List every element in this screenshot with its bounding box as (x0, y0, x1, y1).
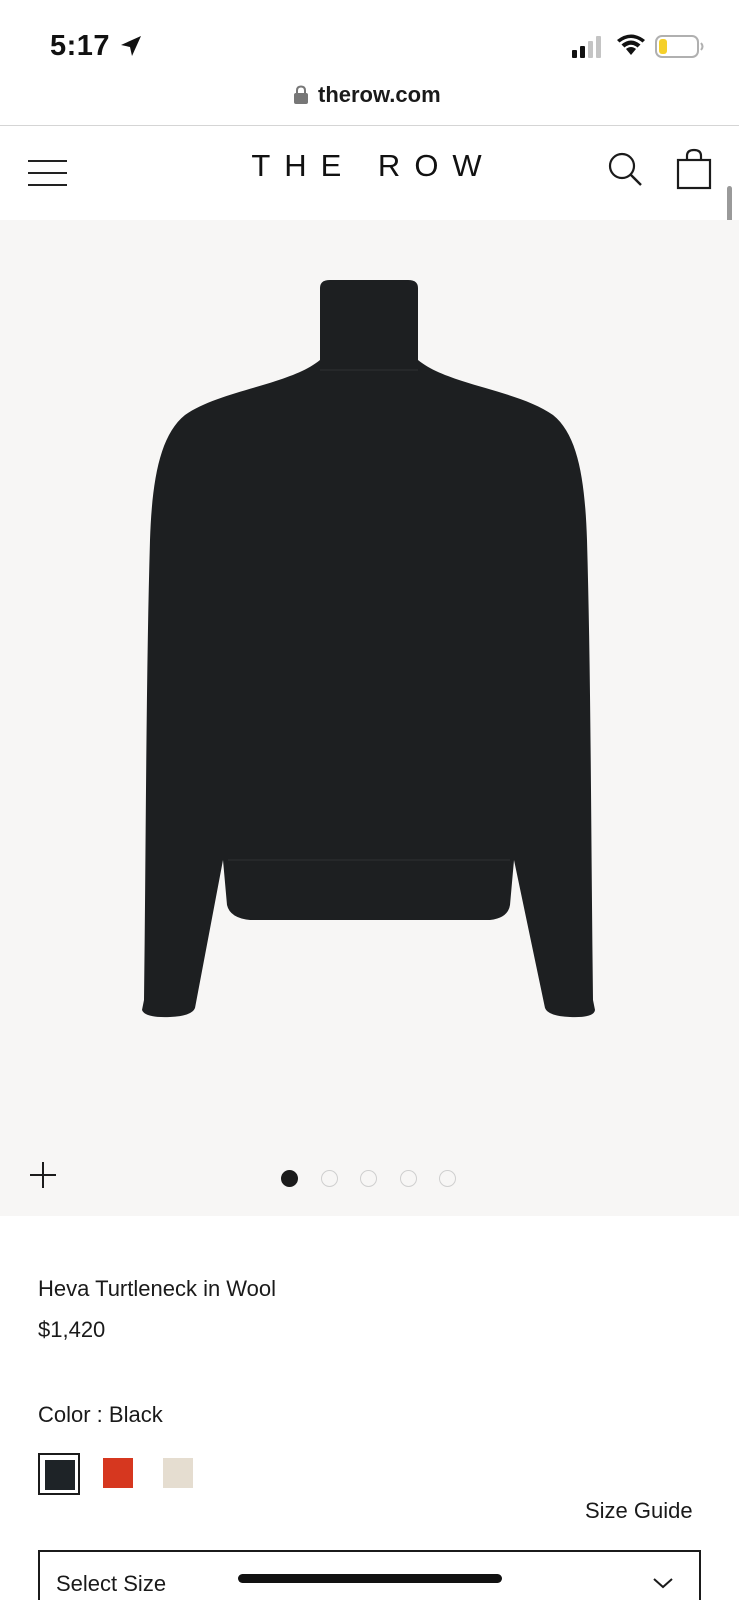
carousel-dot[interactable] (439, 1170, 456, 1187)
address-bar[interactable]: therow.com (0, 80, 739, 126)
carousel-dot[interactable] (281, 1170, 298, 1187)
product-image[interactable] (0, 220, 739, 1216)
signal-icon (572, 36, 601, 58)
swatch-fill (45, 1460, 75, 1490)
product-image-gallery[interactable] (0, 220, 739, 1216)
search-icon[interactable] (608, 152, 644, 188)
carousel-dot[interactable] (399, 1170, 417, 1187)
battery-icon (655, 35, 704, 58)
status-bar: 5:17 (0, 0, 739, 80)
color-swatch-red[interactable] (98, 1453, 140, 1495)
home-indicator[interactable] (238, 1574, 502, 1583)
product-price: $1,420 (38, 1317, 106, 1342)
color-swatch-black[interactable] (38, 1453, 80, 1495)
carousel-dot[interactable] (320, 1170, 338, 1187)
zoom-plus-icon[interactable] (28, 1160, 58, 1190)
swatch-fill (163, 1458, 193, 1488)
color-label: Color : Black (38, 1402, 163, 1427)
location-arrow-icon (121, 36, 141, 56)
wifi-icon (617, 34, 645, 55)
carousel-dot[interactable] (360, 1170, 377, 1187)
shopping-bag-icon[interactable] (676, 148, 712, 190)
color-swatch-ivory[interactable] (158, 1453, 200, 1495)
url-text[interactable]: therow.com (318, 82, 441, 108)
chevron-down-icon (653, 1578, 673, 1589)
size-guide-link[interactable]: Size Guide (585, 1498, 693, 1524)
size-select-label: Select Size (56, 1571, 167, 1596)
site-header: THE ROW (0, 126, 739, 220)
lock-icon (294, 85, 308, 104)
status-time: 5:17 (50, 30, 111, 62)
swatch-fill (103, 1458, 133, 1488)
product-name: Heva Turtleneck in Wool (38, 1276, 277, 1301)
